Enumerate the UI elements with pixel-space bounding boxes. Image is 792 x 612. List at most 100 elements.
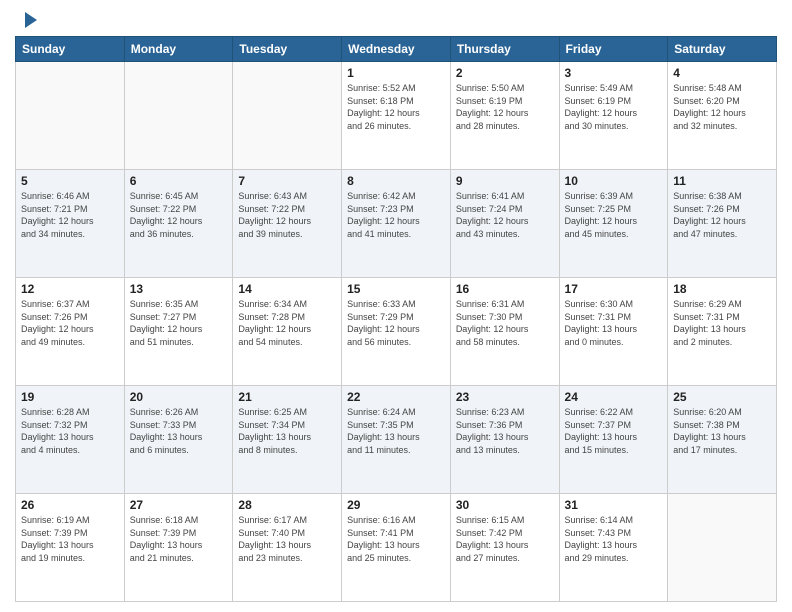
day-number: 28 bbox=[238, 498, 336, 512]
calendar-day-9: 9 Sunrise: 6:41 AM Sunset: 7:24 PM Daylig… bbox=[450, 170, 559, 278]
day-info: Sunrise: 6:38 AM Sunset: 7:26 PM Dayligh… bbox=[673, 190, 771, 240]
col-header-saturday: Saturday bbox=[668, 37, 777, 62]
day-number: 23 bbox=[456, 390, 554, 404]
calendar-week-row: 1Sunrise: 5:52 AM Sunset: 6:18 PM Daylig… bbox=[16, 62, 777, 170]
calendar-day-1: 1Sunrise: 5:52 AM Sunset: 6:18 PM Daylig… bbox=[342, 62, 451, 170]
day-info: Sunrise: 5:49 AM Sunset: 6:19 PM Dayligh… bbox=[565, 82, 663, 132]
day-info: Sunrise: 6:25 AM Sunset: 7:34 PM Dayligh… bbox=[238, 406, 336, 456]
col-header-wednesday: Wednesday bbox=[342, 37, 451, 62]
day-info: Sunrise: 6:37 AM Sunset: 7:26 PM Dayligh… bbox=[21, 298, 119, 348]
day-info: Sunrise: 5:52 AM Sunset: 6:18 PM Dayligh… bbox=[347, 82, 445, 132]
day-number: 8 bbox=[347, 174, 445, 188]
header bbox=[15, 10, 777, 30]
calendar-day-27: 27 Sunrise: 6:18 AM Sunset: 7:39 PM Dayli… bbox=[124, 494, 233, 602]
calendar-day-10: 10 Sunrise: 6:39 AM Sunset: 7:25 PM Dayli… bbox=[559, 170, 668, 278]
day-info: Sunrise: 6:46 AM Sunset: 7:21 PM Dayligh… bbox=[21, 190, 119, 240]
day-info: Sunrise: 6:22 AM Sunset: 7:37 PM Dayligh… bbox=[565, 406, 663, 456]
calendar-day-6: 6Sunrise: 6:45 AM Sunset: 7:22 PM Daylig… bbox=[124, 170, 233, 278]
day-number: 3 bbox=[565, 66, 663, 80]
calendar-table: SundayMondayTuesdayWednesdayThursdayFrid… bbox=[15, 36, 777, 602]
day-number: 12 bbox=[21, 282, 119, 296]
calendar-week-row: 26 Sunrise: 6:19 AM Sunset: 7:39 PM Dayli… bbox=[16, 494, 777, 602]
calendar-empty-cell bbox=[668, 494, 777, 602]
day-number: 17 bbox=[565, 282, 663, 296]
calendar-day-18: 18 Sunrise: 6:29 AM Sunset: 7:31 PM Dayli… bbox=[668, 278, 777, 386]
day-info: Sunrise: 6:31 AM Sunset: 7:30 PM Dayligh… bbox=[456, 298, 554, 348]
calendar-day-20: 20 Sunrise: 6:26 AM Sunset: 7:33 PM Dayli… bbox=[124, 386, 233, 494]
calendar-day-31: 31Sunrise: 6:14 AM Sunset: 7:43 PM Dayli… bbox=[559, 494, 668, 602]
calendar-day-3: 3 Sunrise: 5:49 AM Sunset: 6:19 PM Daylig… bbox=[559, 62, 668, 170]
calendar-day-8: 8 Sunrise: 6:42 AM Sunset: 7:23 PM Daylig… bbox=[342, 170, 451, 278]
day-info: Sunrise: 6:33 AM Sunset: 7:29 PM Dayligh… bbox=[347, 298, 445, 348]
day-number: 5 bbox=[21, 174, 119, 188]
calendar-day-12: 12 Sunrise: 6:37 AM Sunset: 7:26 PM Dayli… bbox=[16, 278, 125, 386]
day-number: 13 bbox=[130, 282, 228, 296]
calendar-day-25: 25 Sunrise: 6:20 AM Sunset: 7:38 PM Dayli… bbox=[668, 386, 777, 494]
day-number: 10 bbox=[565, 174, 663, 188]
day-number: 29 bbox=[347, 498, 445, 512]
calendar-week-row: 5 Sunrise: 6:46 AM Sunset: 7:21 PM Daylig… bbox=[16, 170, 777, 278]
day-number: 19 bbox=[21, 390, 119, 404]
day-number: 2 bbox=[456, 66, 554, 80]
day-info: Sunrise: 6:18 AM Sunset: 7:39 PM Dayligh… bbox=[130, 514, 228, 564]
logo bbox=[15, 10, 37, 30]
calendar-day-13: 13 Sunrise: 6:35 AM Sunset: 7:27 PM Dayli… bbox=[124, 278, 233, 386]
day-info: Sunrise: 6:15 AM Sunset: 7:42 PM Dayligh… bbox=[456, 514, 554, 564]
calendar-day-5: 5 Sunrise: 6:46 AM Sunset: 7:21 PM Daylig… bbox=[16, 170, 125, 278]
calendar-week-row: 19 Sunrise: 6:28 AM Sunset: 7:32 PM Dayli… bbox=[16, 386, 777, 494]
calendar-day-19: 19 Sunrise: 6:28 AM Sunset: 7:32 PM Dayli… bbox=[16, 386, 125, 494]
calendar-week-row: 12 Sunrise: 6:37 AM Sunset: 7:26 PM Dayli… bbox=[16, 278, 777, 386]
day-info: Sunrise: 6:35 AM Sunset: 7:27 PM Dayligh… bbox=[130, 298, 228, 348]
day-info: Sunrise: 6:42 AM Sunset: 7:23 PM Dayligh… bbox=[347, 190, 445, 240]
day-number: 9 bbox=[456, 174, 554, 188]
day-number: 4 bbox=[673, 66, 771, 80]
day-info: Sunrise: 5:50 AM Sunset: 6:19 PM Dayligh… bbox=[456, 82, 554, 132]
page: SundayMondayTuesdayWednesdayThursdayFrid… bbox=[0, 0, 792, 612]
day-info: Sunrise: 6:26 AM Sunset: 7:33 PM Dayligh… bbox=[130, 406, 228, 456]
calendar-day-16: 16 Sunrise: 6:31 AM Sunset: 7:30 PM Dayli… bbox=[450, 278, 559, 386]
day-info: Sunrise: 6:39 AM Sunset: 7:25 PM Dayligh… bbox=[565, 190, 663, 240]
day-info: Sunrise: 6:41 AM Sunset: 7:24 PM Dayligh… bbox=[456, 190, 554, 240]
day-info: Sunrise: 6:43 AM Sunset: 7:22 PM Dayligh… bbox=[238, 190, 336, 240]
day-number: 26 bbox=[21, 498, 119, 512]
calendar-day-14: 14 Sunrise: 6:34 AM Sunset: 7:28 PM Dayli… bbox=[233, 278, 342, 386]
day-number: 31 bbox=[565, 498, 663, 512]
day-info: Sunrise: 5:48 AM Sunset: 6:20 PM Dayligh… bbox=[673, 82, 771, 132]
calendar-day-21: 21Sunrise: 6:25 AM Sunset: 7:34 PM Dayli… bbox=[233, 386, 342, 494]
day-number: 14 bbox=[238, 282, 336, 296]
col-header-tuesday: Tuesday bbox=[233, 37, 342, 62]
calendar-empty-cell bbox=[124, 62, 233, 170]
col-header-thursday: Thursday bbox=[450, 37, 559, 62]
day-number: 27 bbox=[130, 498, 228, 512]
day-info: Sunrise: 6:19 AM Sunset: 7:39 PM Dayligh… bbox=[21, 514, 119, 564]
day-info: Sunrise: 6:28 AM Sunset: 7:32 PM Dayligh… bbox=[21, 406, 119, 456]
col-header-sunday: Sunday bbox=[16, 37, 125, 62]
calendar-day-11: 11 Sunrise: 6:38 AM Sunset: 7:26 PM Dayli… bbox=[668, 170, 777, 278]
day-info: Sunrise: 6:34 AM Sunset: 7:28 PM Dayligh… bbox=[238, 298, 336, 348]
calendar-empty-cell bbox=[16, 62, 125, 170]
day-number: 25 bbox=[673, 390, 771, 404]
day-number: 11 bbox=[673, 174, 771, 188]
logo-triangle-icon bbox=[17, 10, 37, 30]
calendar-day-30: 30Sunrise: 6:15 AM Sunset: 7:42 PM Dayli… bbox=[450, 494, 559, 602]
day-number: 18 bbox=[673, 282, 771, 296]
day-info: Sunrise: 6:20 AM Sunset: 7:38 PM Dayligh… bbox=[673, 406, 771, 456]
day-number: 7 bbox=[238, 174, 336, 188]
calendar-day-22: 22Sunrise: 6:24 AM Sunset: 7:35 PM Dayli… bbox=[342, 386, 451, 494]
calendar-day-15: 15 Sunrise: 6:33 AM Sunset: 7:29 PM Dayli… bbox=[342, 278, 451, 386]
day-number: 24 bbox=[565, 390, 663, 404]
calendar-header-row: SundayMondayTuesdayWednesdayThursdayFrid… bbox=[16, 37, 777, 62]
day-info: Sunrise: 6:29 AM Sunset: 7:31 PM Dayligh… bbox=[673, 298, 771, 348]
day-number: 15 bbox=[347, 282, 445, 296]
day-number: 16 bbox=[456, 282, 554, 296]
calendar-empty-cell bbox=[233, 62, 342, 170]
calendar-day-29: 29 Sunrise: 6:16 AM Sunset: 7:41 PM Dayli… bbox=[342, 494, 451, 602]
day-info: Sunrise: 6:16 AM Sunset: 7:41 PM Dayligh… bbox=[347, 514, 445, 564]
calendar-day-7: 7 Sunrise: 6:43 AM Sunset: 7:22 PM Daylig… bbox=[233, 170, 342, 278]
col-header-friday: Friday bbox=[559, 37, 668, 62]
day-info: Sunrise: 6:30 AM Sunset: 7:31 PM Dayligh… bbox=[565, 298, 663, 348]
day-number: 20 bbox=[130, 390, 228, 404]
day-number: 6 bbox=[130, 174, 228, 188]
day-info: Sunrise: 6:24 AM Sunset: 7:35 PM Dayligh… bbox=[347, 406, 445, 456]
calendar-day-23: 23Sunrise: 6:23 AM Sunset: 7:36 PM Dayli… bbox=[450, 386, 559, 494]
